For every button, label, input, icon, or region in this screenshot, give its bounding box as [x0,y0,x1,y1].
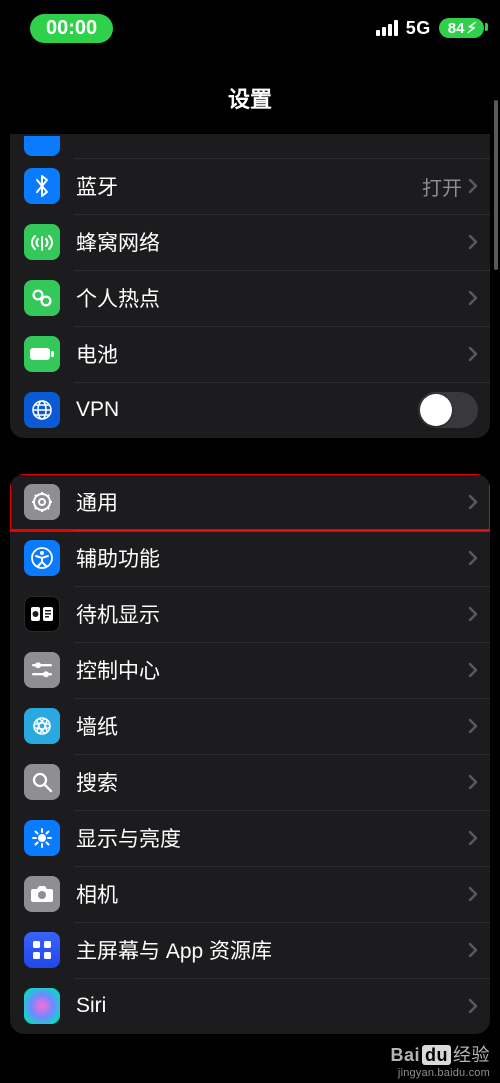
chevron-right-icon [468,886,478,902]
accessibility-label: 辅助功能 [76,543,160,573]
vpn-icon [24,392,60,428]
settings-row-siri[interactable]: Siri [10,978,490,1034]
siri-label: Siri [76,994,106,1018]
settings-group-general: 通用 辅助功能 待机显示 [10,474,490,1034]
bluetooth-icon [24,168,60,204]
settings-row-general[interactable]: 通用 [10,474,490,530]
chevron-right-icon [468,774,478,790]
homescreen-label: 主屏幕与 App 资源库 [76,935,272,965]
chevron-right-icon [468,830,478,846]
settings-row-display[interactable]: 显示与亮度 [10,810,490,866]
battery-icon [24,336,60,372]
chevron-right-icon [468,550,478,566]
search-icon [24,764,60,800]
page-title: 设置 [0,56,500,134]
status-right: 5G 84⚡︎ [376,18,484,39]
settings-row-accessibility[interactable]: 辅助功能 [10,530,490,586]
settings-row-battery[interactable]: 电池 [10,326,490,382]
standby-icon [24,596,60,632]
bluetooth-value: 打开 [422,172,462,201]
chevron-right-icon [468,998,478,1014]
display-label: 显示与亮度 [76,823,181,853]
chevron-right-icon [468,494,478,510]
settings-row-vpn[interactable]: VPN [10,382,490,438]
scroll-indicator [494,100,498,270]
general-label: 通用 [76,487,118,517]
settings-row-homescreen[interactable]: 主屏幕与 App 资源库 [10,922,490,978]
control-center-icon [24,652,60,688]
chevron-right-icon [468,718,478,734]
control-center-label: 控制中心 [76,655,160,685]
settings-group-connectivity: 蓝牙 打开 蜂窝网络 个人热点 [10,134,490,438]
settings-row-search[interactable]: 搜索 [10,754,490,810]
chevron-right-icon [468,290,478,306]
chevron-right-icon [468,662,478,678]
wallpaper-icon [24,708,60,744]
hotspot-icon [24,280,60,316]
standby-label: 待机显示 [76,599,160,629]
battery-label: 电池 [76,339,118,369]
network-label: 5G [406,18,431,39]
settings-content: 蓝牙 打开 蜂窝网络 个人热点 [0,134,500,1034]
cellular-icon [24,224,60,260]
settings-row-controlcenter[interactable]: 控制中心 [10,642,490,698]
chevron-right-icon [468,346,478,362]
watermark: Baidu经验 jingyan.baidu.com [390,1041,490,1079]
settings-row-cellular[interactable]: 蜂窝网络 [10,214,490,270]
camera-icon [24,876,60,912]
home-screen-icon [24,932,60,968]
chevron-right-icon [468,606,478,622]
hotspot-label: 个人热点 [76,283,160,313]
settings-row-hotspot[interactable]: 个人热点 [10,270,490,326]
chevron-right-icon [468,178,478,194]
siri-icon [24,988,60,1024]
accessibility-icon [24,540,60,576]
bluetooth-label: 蓝牙 [76,171,118,201]
gear-icon [24,484,60,520]
camera-label: 相机 [76,879,118,909]
search-label: 搜索 [76,767,118,797]
status-time-pill[interactable]: 00:00 [30,14,113,43]
unknown-icon [24,136,60,156]
vpn-label: VPN [76,398,119,422]
chevron-right-icon [468,234,478,250]
settings-row-clipped[interactable] [10,134,490,158]
settings-row-camera[interactable]: 相机 [10,866,490,922]
battery-indicator: 84⚡︎ [439,18,484,38]
settings-row-standby[interactable]: 待机显示 [10,586,490,642]
signal-strength-icon [376,20,398,36]
settings-row-bluetooth[interactable]: 蓝牙 打开 [10,158,490,214]
cellular-label: 蜂窝网络 [76,227,160,257]
wallpaper-label: 墙纸 [76,711,118,741]
settings-row-wallpaper[interactable]: 墙纸 [10,698,490,754]
display-brightness-icon [24,820,60,856]
status-bar: 00:00 5G 84⚡︎ [0,0,500,56]
vpn-toggle[interactable] [418,392,478,428]
chevron-right-icon [468,942,478,958]
